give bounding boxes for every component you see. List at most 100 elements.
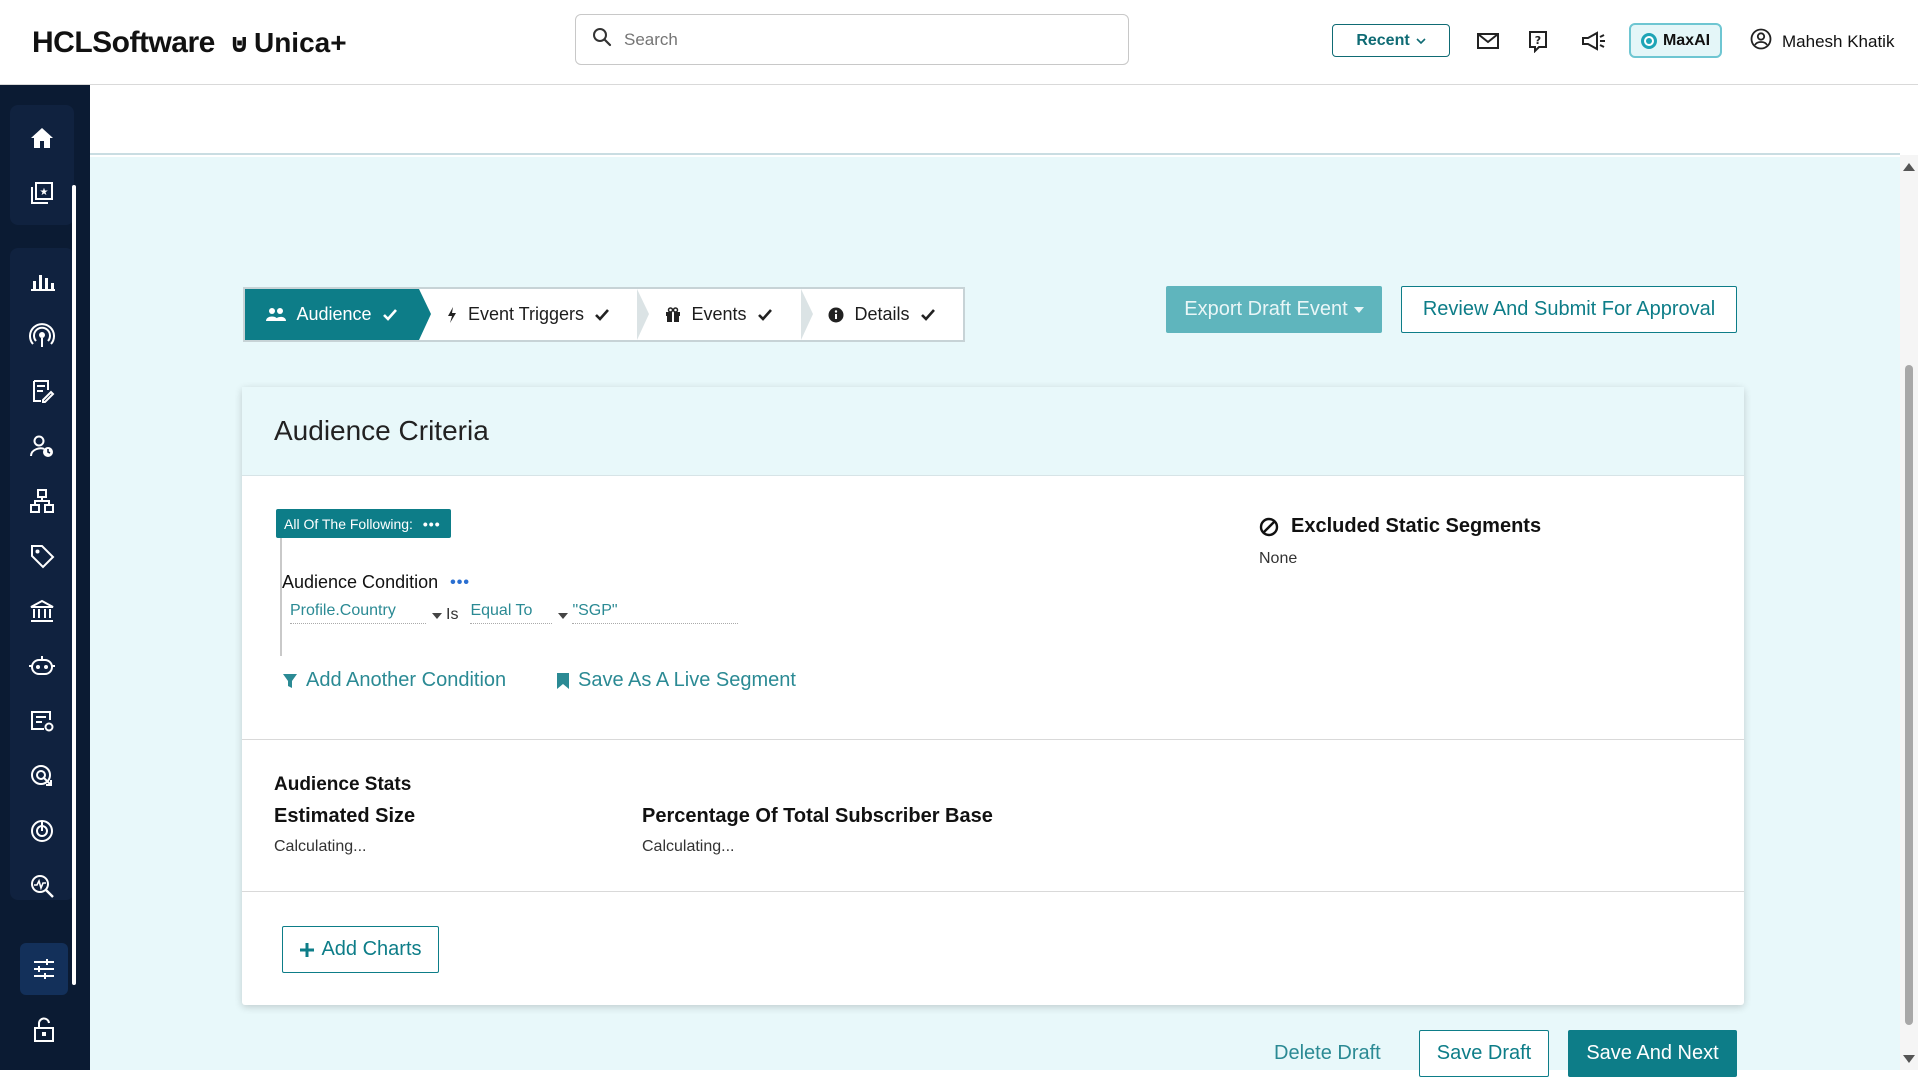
check-icon — [757, 308, 772, 321]
excluded-value: None — [1259, 550, 1298, 567]
sidebar-item-settings[interactable] — [20, 943, 68, 995]
estimated-size-value: Calculating... — [274, 838, 367, 855]
info-icon — [828, 307, 844, 322]
caret-down-icon — [1353, 306, 1364, 313]
section-divider — [242, 891, 1744, 892]
step-event-triggers[interactable]: Event Triggers — [419, 289, 649, 340]
step-label: Event Triggers — [467, 304, 585, 324]
wizard-stepper: Audience Event Triggers Events Details — [243, 287, 965, 342]
sidebar-item-forms[interactable] — [10, 693, 74, 748]
bot-icon — [29, 655, 55, 675]
card-title: Audience Criteria — [242, 387, 1744, 476]
sidebar-item-bot[interactable] — [10, 638, 74, 693]
audience-criteria-card: Audience Criteria All Of The Following: … — [242, 387, 1744, 1005]
mail-icon[interactable] — [1475, 28, 1501, 54]
sidebar-item-audience[interactable] — [10, 418, 74, 473]
maxai-label: MaxAI — [1662, 31, 1711, 49]
check-icon — [382, 308, 397, 321]
sidebar-item-collections[interactable]: ★ — [10, 165, 74, 220]
scroll-down-icon[interactable] — [1903, 1055, 1915, 1063]
more-options-icon[interactable]: ••• — [423, 516, 441, 532]
target-icon — [31, 764, 52, 786]
top-bar: HCLSoftware ⊍ Unica+ Recent ? MaxAI Mahe… — [0, 0, 1918, 85]
sidebar-item-bank[interactable] — [10, 583, 74, 638]
search-input[interactable] — [624, 29, 1104, 50]
maxai-button[interactable]: MaxAI — [1629, 23, 1722, 58]
chevron-down-icon — [1416, 32, 1426, 50]
estimated-size-stat: Estimated Size Calculating... — [274, 805, 415, 856]
excluded-segments-section: Excluded Static Segments None — [1259, 515, 1541, 568]
criteria-group-tag[interactable]: All Of The Following: ••• — [276, 509, 451, 538]
save-live-segment-link[interactable]: Save As A Live Segment — [556, 669, 796, 692]
excluded-title: Excluded Static Segments — [1291, 515, 1542, 537]
maxai-icon — [1640, 32, 1657, 49]
home-icon — [31, 127, 53, 148]
main-scrollbar[interactable] — [1900, 155, 1918, 1070]
collection-star-icon: ★ — [31, 181, 53, 204]
broadcast-icon — [29, 322, 55, 347]
ban-icon — [1259, 517, 1279, 536]
sidebar-item-insights[interactable] — [10, 858, 74, 913]
condition-is-label: Is — [446, 606, 459, 623]
condition-more-icon[interactable]: ••• — [450, 574, 470, 592]
step-events[interactable]: Events — [637, 289, 813, 340]
field-caret-icon[interactable] — [432, 613, 442, 619]
tag-icon — [31, 544, 55, 568]
add-charts-button[interactable]: Add Charts — [282, 926, 439, 973]
condition-operator-select[interactable]: Equal To — [470, 600, 553, 624]
user-menu[interactable]: Mahesh Khatik — [1750, 28, 1894, 55]
document-edit-icon — [33, 379, 55, 403]
content-area: Audience Event Triggers Events Details E… — [90, 157, 1900, 1077]
review-submit-button[interactable]: Review And Submit For Approval — [1401, 286, 1737, 333]
sidebar-scrollbar[interactable] — [72, 185, 76, 985]
bolt-icon — [447, 306, 456, 323]
form-settings-icon — [31, 710, 54, 731]
user-name: Mahesh Khatik — [1782, 31, 1895, 51]
add-charts-label: Add Charts — [321, 938, 422, 960]
condition-value-input[interactable]: "SGP" — [572, 600, 739, 624]
sliders-icon — [34, 959, 54, 979]
unica-mark-icon: ⊍ — [228, 27, 250, 58]
add-condition-label: Add Another Condition — [306, 669, 507, 691]
section-divider — [242, 739, 1744, 740]
step-audience[interactable]: Audience — [245, 289, 431, 340]
percentage-value: Calculating... — [642, 838, 735, 855]
condition-field-select[interactable]: Profile.Country — [290, 600, 426, 624]
save-segment-label: Save As A Live Segment — [578, 669, 796, 691]
criteria-connector-line — [280, 538, 282, 656]
brand-logo[interactable]: HCLSoftware ⊍ Unica+ — [32, 26, 347, 60]
excluded-title-row: Excluded Static Segments — [1259, 515, 1541, 538]
condition-title: Audience Condition — [282, 572, 439, 592]
add-condition-link[interactable]: Add Another Condition — [282, 669, 506, 692]
product-label: Unica+ — [253, 27, 347, 58]
percentage-stat: Percentage Of Total Subscriber Base Calc… — [642, 805, 993, 856]
gift-icon — [666, 306, 681, 322]
search-icon — [592, 27, 612, 52]
sidebar-item-analytics[interactable] — [10, 253, 74, 308]
gauge-icon — [31, 819, 53, 842]
recent-dropdown-button[interactable]: Recent — [1332, 24, 1450, 57]
users-icon — [266, 307, 287, 321]
user-clock-icon — [30, 435, 53, 457]
sidebar-item-documents[interactable] — [10, 363, 74, 418]
step-details[interactable]: Details — [801, 289, 963, 340]
megaphone-icon[interactable] — [1580, 28, 1606, 54]
sidebar-item-lock[interactable] — [20, 1004, 68, 1056]
bank-icon — [30, 599, 54, 622]
condition-header: Audience Condition ••• — [282, 572, 470, 593]
sidebar-item-targeting[interactable] — [10, 748, 74, 803]
export-draft-event-button[interactable]: Export Draft Event — [1166, 286, 1382, 333]
check-icon — [920, 308, 935, 321]
search-box[interactable] — [575, 14, 1129, 65]
sidebar-item-gauge[interactable] — [10, 803, 74, 858]
bar-chart-icon — [31, 274, 55, 291]
operator-caret-icon[interactable] — [558, 613, 569, 619]
sidebar-item-home[interactable] — [10, 110, 74, 165]
sidebar-item-broadcast[interactable] — [10, 308, 74, 363]
scrollbar-thumb[interactable] — [1905, 365, 1913, 1025]
sidebar-item-hierarchy[interactable] — [10, 473, 74, 528]
scroll-up-icon[interactable] — [1903, 163, 1915, 171]
sidebar-item-tags[interactable] — [10, 528, 74, 583]
help-icon[interactable]: ? — [1525, 28, 1551, 54]
sidebar-group-modules — [10, 248, 74, 900]
